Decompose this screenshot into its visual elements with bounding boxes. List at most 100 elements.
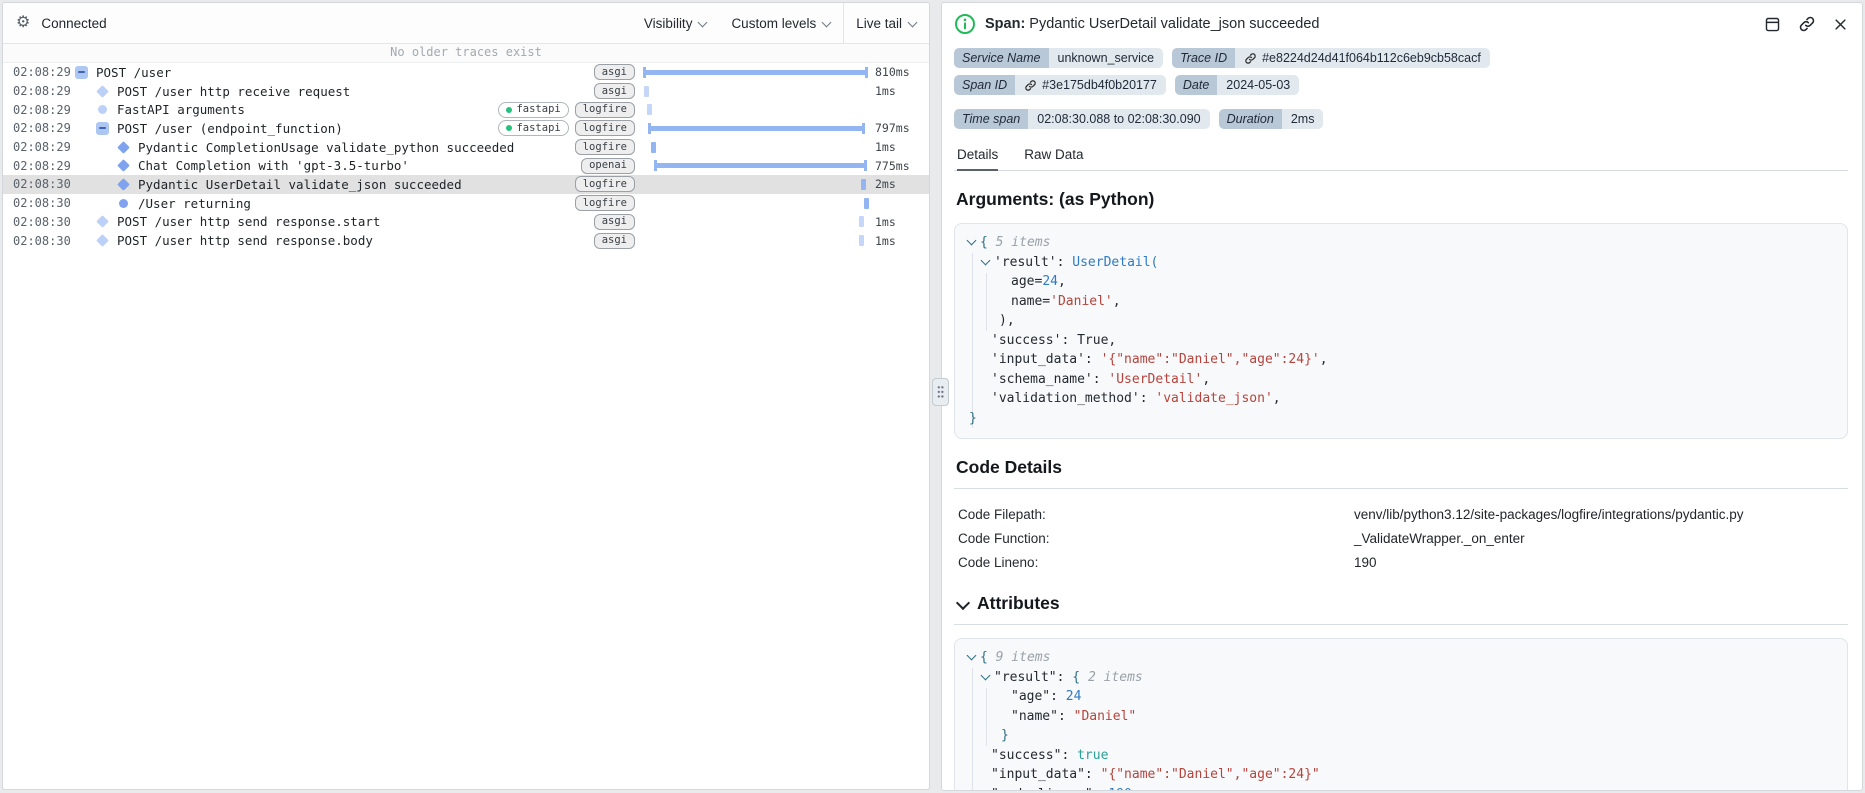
- trace-row[interactable]: 02:08:29 FastAPI arguments fastapi logfire: [3, 100, 929, 119]
- trace-row-tree: POST /user: [65, 65, 594, 80]
- tag-fastapi: fastapi: [498, 101, 569, 118]
- close-icon[interactable]: [1833, 17, 1848, 32]
- metadata-badge: Date 2024-05-03: [1174, 75, 1300, 95]
- span-diamond-icon: [117, 140, 130, 154]
- code-token: "success": [991, 747, 1062, 763]
- badge-label: Trace ID: [1172, 48, 1236, 68]
- trace-row[interactable]: 02:08:30 POST /user http send response.st…: [3, 213, 929, 232]
- collapse-minus-icon[interactable]: [75, 65, 88, 79]
- code-token: }: [969, 410, 977, 426]
- trace-row-tags: logfire: [574, 195, 643, 212]
- span-diamond-icon: [96, 234, 109, 247]
- code-token: 5 items: [995, 235, 1051, 250]
- trace-row[interactable]: 02:08:30 POST /user http send response.bo…: [3, 231, 929, 250]
- trace-row[interactable]: 02:08:29 Chat Completion with 'gpt-3.5-tu…: [3, 156, 929, 175]
- trace-list-panel: ⚙ Connected Visibility Custom levels Liv…: [2, 2, 930, 790]
- trace-row-timeline: [643, 63, 868, 82]
- span-header-actions: [1764, 15, 1848, 33]
- code-detail-value: 190: [1354, 555, 1377, 570]
- trace-row-duration: 1ms: [875, 233, 896, 248]
- span-metadata-badges: Service Name unknown_service Trace ID #e…: [954, 48, 1644, 129]
- copy-link-icon[interactable]: [1798, 15, 1816, 33]
- code-token: name=: [1011, 293, 1051, 309]
- custom-levels-menu[interactable]: Custom levels: [719, 3, 843, 43]
- trace-row[interactable]: 02:08:29 POST /user asgi 810ms: [3, 63, 929, 82]
- toolbar-menus: Visibility Custom levels Live tail: [632, 3, 929, 43]
- trace-row[interactable]: 02:08:29 Pydantic CompletionUsage validat…: [3, 138, 929, 157]
- trace-row-timeline: [643, 82, 868, 101]
- detail-tabs: Details Raw Data: [954, 147, 1848, 171]
- code-token: "age": [1011, 689, 1051, 704]
- trace-row-time: 02:08:30: [13, 196, 71, 211]
- collapse-chevron-icon[interactable]: [967, 236, 980, 246]
- trace-row-label: POST /user http send response.body: [117, 233, 373, 249]
- code-token: :: [1092, 371, 1109, 387]
- trace-row-time: 02:08:30: [13, 177, 71, 192]
- trace-row-timeline: [643, 194, 869, 213]
- trace-row-tags: logfire: [574, 176, 643, 193]
- attributes-collapse-chevron-icon[interactable]: [956, 597, 969, 610]
- trace-row-tags: fastapi logfire: [498, 120, 643, 137]
- trace-row-time: 02:08:29: [13, 84, 71, 99]
- code-detail-row: Code Filepath: venv/lib/python3.12/site-p…: [954, 503, 1848, 527]
- panel-resize-handle[interactable]: [932, 378, 949, 406]
- tag-asgi: asgi: [593, 83, 635, 100]
- trace-row-tree: FastAPI arguments: [65, 102, 498, 117]
- code-token: :: [1139, 391, 1156, 406]
- span-label: Span:: [985, 16, 1026, 32]
- tag-openai: openai: [581, 157, 635, 174]
- code-detail-value: venv/lib/python3.12/site-packages/logfir…: [1354, 507, 1744, 522]
- visibility-menu[interactable]: Visibility: [632, 3, 720, 43]
- trace-row-tree: POST /user (endpoint_function): [65, 121, 498, 136]
- badge-label: Duration: [1218, 109, 1282, 129]
- live-tail-menu[interactable]: Live tail: [844, 3, 929, 43]
- span-diamond-icon: [117, 178, 130, 191]
- tag-asgi: asgi: [593, 213, 635, 230]
- log-dot-icon: [98, 105, 107, 115]
- badge-value: unknown_service: [1048, 48, 1164, 68]
- code-token: {: [1072, 669, 1088, 685]
- trace-row-tree: Pydantic CompletionUsage validate_python…: [65, 140, 575, 155]
- trace-row-tree: /User returning: [65, 196, 575, 211]
- tag-asgi: asgi: [593, 64, 635, 81]
- settings-gear-icon[interactable]: ⚙: [16, 15, 30, 31]
- trace-row-label: POST /user http send response.start: [117, 214, 381, 230]
- code-token: "name": [1011, 708, 1058, 724]
- trace-row[interactable]: 02:08:30 Pydantic UserDetail validate_jso…: [3, 175, 929, 194]
- trace-row[interactable]: 02:08:29 POST /user http receive request a…: [3, 82, 929, 101]
- trace-row-tags: asgi: [593, 232, 643, 249]
- trace-row[interactable]: 02:08:29 POST /user (endpoint_function) fa…: [3, 119, 929, 138]
- link-icon[interactable]: [1024, 79, 1037, 92]
- visibility-menu-label: Visibility: [643, 15, 693, 31]
- trace-row-timeline: [643, 213, 868, 232]
- metadata-badge: Time span 02:08:30.088 to 02:08:30.090: [954, 109, 1210, 129]
- collapse-minus-icon[interactable]: [96, 121, 109, 135]
- code-detail-row: Code Function: _ValidateWrapper._on_enter: [954, 527, 1848, 551]
- trace-row-time: 02:08:30: [13, 233, 71, 248]
- tag-asgi: asgi: [593, 232, 635, 249]
- code-token: 190: [1108, 787, 1131, 791]
- trace-list-toolbar: ⚙ Connected Visibility Custom levels Liv…: [3, 3, 929, 44]
- badge-value-text: 2024-05-03: [1226, 78, 1291, 92]
- link-icon[interactable]: [1244, 52, 1257, 65]
- trace-row-timeline: [643, 156, 868, 175]
- span-title-text: Pydantic UserDetail validate_json succee…: [1029, 16, 1320, 32]
- code-token: :: [1056, 669, 1073, 685]
- collapse-chevron-icon[interactable]: [967, 651, 980, 661]
- trace-row-tags: asgi: [593, 83, 643, 100]
- code-token: : True,: [1061, 332, 1117, 348]
- code-token: true: [1077, 747, 1109, 763]
- badge-value-text: #e8224d24d41f064b112c6eb9cb58cacf: [1262, 51, 1481, 65]
- trace-row[interactable]: 02:08:30/User returning logfire: [3, 194, 929, 213]
- trace-row-tree: POST /user http receive request: [65, 84, 594, 99]
- collapse-chevron-icon[interactable]: [981, 256, 994, 266]
- live-tail-menu-label: Live tail: [856, 15, 902, 31]
- code-detail-value: _ValidateWrapper._on_enter: [1354, 531, 1525, 546]
- collapse-chevron-icon[interactable]: [981, 671, 994, 681]
- tab-raw-data[interactable]: Raw Data: [1024, 147, 1083, 170]
- tab-details[interactable]: Details: [957, 147, 999, 171]
- trace-row-label: /User returning: [138, 195, 251, 211]
- open-drawer-icon[interactable]: [1764, 16, 1781, 33]
- code-token: "input_data": [991, 767, 1085, 782]
- code-token: 2 items: [1087, 669, 1143, 685]
